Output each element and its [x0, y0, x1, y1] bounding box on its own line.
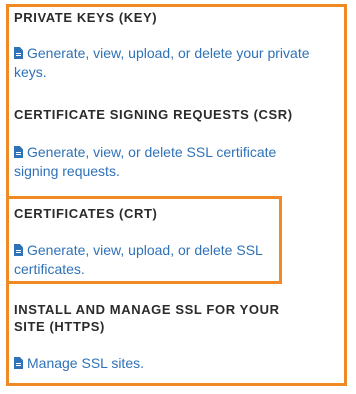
section-certificates: CERTIFICATES (CRT): [14, 205, 157, 222]
section-heading: CERTIFICATE SIGNING REQUESTS (CSR): [14, 107, 293, 122]
section-heading-line1: INSTALL AND MANAGE SSL FOR YOUR: [14, 302, 280, 317]
manage-ssl-link[interactable]: Manage SSL sites.: [14, 354, 144, 373]
private-keys-link[interactable]: Generate, view, upload, or delete your p…: [14, 44, 310, 82]
private-keys-link-line2[interactable]: keys.: [14, 63, 310, 82]
document-icon: [14, 47, 23, 59]
certificates-link-line1[interactable]: Generate, view, upload, or delete SSL: [14, 241, 263, 260]
csr-link[interactable]: Generate, view, or delete SSL certificat…: [14, 143, 276, 181]
section-heading-line2: SITE (HTTPS): [14, 319, 105, 334]
csr-link-line1[interactable]: Generate, view, or delete SSL certificat…: [14, 143, 276, 162]
document-icon: [14, 357, 23, 369]
section-heading: CERTIFICATES (CRT): [14, 206, 158, 221]
section-csr: CERTIFICATE SIGNING REQUESTS (CSR): [14, 106, 293, 123]
certificates-link[interactable]: Generate, view, upload, or delete SSL ce…: [14, 241, 263, 279]
section-heading: PRIVATE KEYS (KEY): [14, 10, 158, 25]
document-icon: [14, 244, 23, 256]
certificates-link-line2[interactable]: certificates.: [14, 260, 263, 279]
private-keys-link-line1[interactable]: Generate, view, upload, or delete your p…: [14, 44, 310, 63]
csr-link-line2[interactable]: signing requests.: [14, 162, 276, 181]
manage-ssl-link-line1[interactable]: Manage SSL sites.: [14, 354, 144, 373]
section-install-ssl: INSTALL AND MANAGE SSL FOR YOUR SITE (HT…: [14, 301, 280, 335]
section-private-keys: PRIVATE KEYS (KEY): [14, 9, 157, 26]
document-icon: [14, 146, 23, 158]
